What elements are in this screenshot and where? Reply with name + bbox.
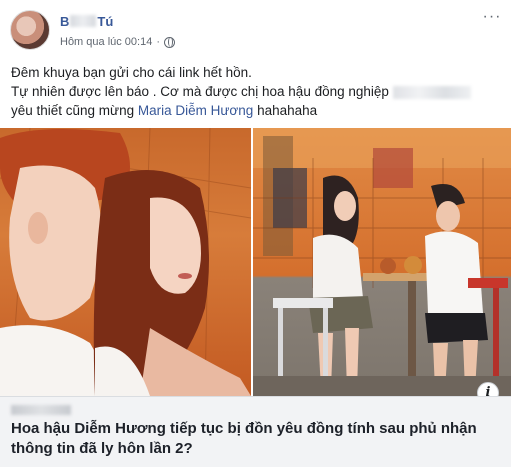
- more-options-button[interactable]: ···: [481, 9, 503, 28]
- post-text-line-2: Tự nhiên được lên báo . Cơ mà được chị h…: [11, 84, 389, 99]
- photo-right-illustration: [253, 128, 511, 396]
- post-text-line: Đêm khuya bạn gửi cho cái link hết hồn.: [11, 65, 252, 80]
- meta-separator: ·: [156, 36, 161, 48]
- post-text-line-3-suffix: hahahaha: [257, 103, 318, 118]
- author-name-start[interactable]: B: [60, 14, 69, 29]
- globe-icon[interactable]: [164, 36, 176, 48]
- photo-left-illustration: [0, 128, 251, 396]
- author-avatar[interactable]: [10, 10, 50, 50]
- mention-link[interactable]: Maria Diễm Hương: [138, 103, 253, 118]
- author-name[interactable]: B Tú: [60, 12, 113, 30]
- post-text-line-3-prefix: yêu thiết cũng mừng: [11, 103, 135, 118]
- post-text: Đêm khuya bạn gửi cho cái link hết hồn. …: [11, 63, 501, 120]
- redacted-name: [392, 85, 471, 99]
- post-text-line: Tự nhiên được lên báo . Cơ mà được chị h…: [11, 82, 501, 101]
- link-preview-title[interactable]: Hoa hậu Diễm Hương tiếp tục bị đồn yêu đ…: [11, 419, 491, 459]
- author-name-redacted: [70, 15, 97, 27]
- link-domain-redacted: [11, 405, 71, 415]
- link-preview-footer[interactable]: Hoa hậu Diễm Hương tiếp tục bị đồn yêu đ…: [0, 396, 511, 467]
- post-timestamp[interactable]: Hôm qua lúc 00:14: [60, 36, 152, 48]
- link-preview-image-left[interactable]: [0, 128, 251, 396]
- post-meta: Hôm qua lúc 00:14 ·: [60, 36, 176, 48]
- facebook-post-card: B Tú Hôm qua lúc 00:14 · ··· Đêm khuya b…: [0, 0, 511, 467]
- author-name-end[interactable]: Tú: [97, 14, 113, 29]
- post-text-line: yêu thiết cũng mừng Maria Diễm Hương hah…: [11, 101, 501, 120]
- link-preview-image-right[interactable]: [253, 128, 511, 396]
